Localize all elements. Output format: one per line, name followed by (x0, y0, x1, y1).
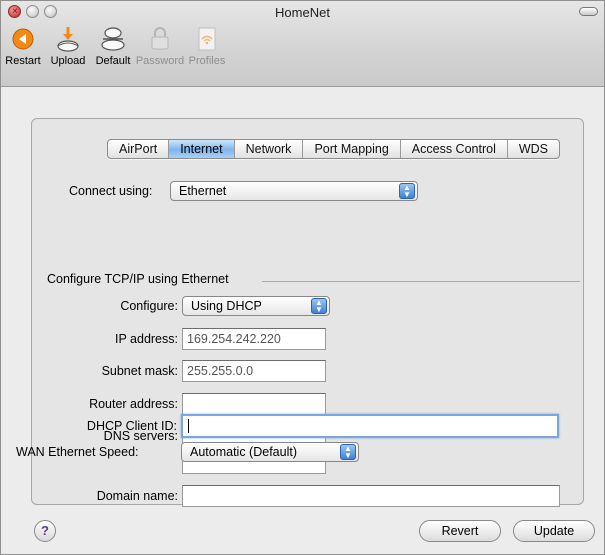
connect-using-popup[interactable]: Ethernet ▲ ▼ (170, 181, 418, 201)
connect-using-label: Connect using: (69, 184, 153, 198)
tab-bar: AirPort Internet Network Port Mapping Ac… (107, 139, 561, 159)
popup-arrows-icon: ▲ ▼ (399, 183, 415, 199)
toolbar: Restart Upload Default Password Profiles (1, 23, 604, 85)
tab-wds[interactable]: WDS (506, 140, 559, 158)
toolbar-toggle-button[interactable] (579, 7, 598, 16)
tcpip-group-title: Configure TCP/IP using Ethernet (47, 272, 229, 286)
wan-speed-popup[interactable]: Automatic (Default) ▲ ▼ (181, 442, 359, 462)
tab-internet[interactable]: Internet (168, 140, 234, 158)
tab-network[interactable]: Network (233, 140, 303, 158)
dhcp-client-id-label: DHCP Client ID: (86, 419, 177, 433)
ip-address-label: IP address: (114, 332, 178, 346)
domain-name-label: Domain name: (96, 489, 178, 503)
profiles-icon (177, 23, 237, 55)
window-chrome: × HomeNet Restart Upload Default Passwor… (1, 1, 604, 87)
text-cursor (188, 419, 189, 433)
window-title: HomeNet (275, 5, 330, 20)
domain-name-field[interactable] (182, 485, 560, 507)
configure-label: Configure: (120, 299, 178, 313)
router-address-label: Router address: (89, 397, 178, 411)
content-area: AirPort Internet Network Port Mapping Ac… (1, 88, 604, 554)
wan-speed-value: Automatic (Default) (190, 445, 297, 459)
configure-popup[interactable]: Using DHCP ▲ ▼ (182, 296, 330, 316)
title-bar[interactable]: × HomeNet (1, 1, 604, 23)
help-button[interactable]: ? (34, 520, 56, 542)
popup-arrows-icon: ▲ ▼ (340, 444, 356, 460)
tab-port-mapping[interactable]: Port Mapping (302, 140, 399, 158)
profiles-label: Profiles (188, 55, 226, 67)
dhcp-client-id-field[interactable] (181, 414, 559, 438)
wan-speed-label: WAN Ethernet Speed: (16, 445, 139, 459)
tab-airport[interactable]: AirPort (108, 140, 168, 158)
connect-using-value: Ethernet (179, 184, 227, 198)
configure-value: Using DHCP (191, 299, 262, 313)
app-window: × HomeNet Restart Upload Default Passwor… (0, 0, 605, 555)
ip-address-field[interactable]: 169.254.242.220 (182, 328, 326, 350)
group-divider (262, 281, 580, 282)
popup-arrows-icon: ▲ ▼ (311, 298, 327, 314)
tab-access-control[interactable]: Access Control (399, 140, 507, 158)
subnet-mask-field[interactable]: 255.255.0.0 (182, 360, 326, 382)
subnet-mask-label: Subnet mask: (101, 364, 178, 378)
revert-button[interactable]: Revert (419, 520, 501, 542)
profiles-button[interactable]: Profiles (177, 23, 237, 67)
update-button[interactable]: Update (513, 520, 595, 542)
router-address-field[interactable] (182, 393, 326, 415)
